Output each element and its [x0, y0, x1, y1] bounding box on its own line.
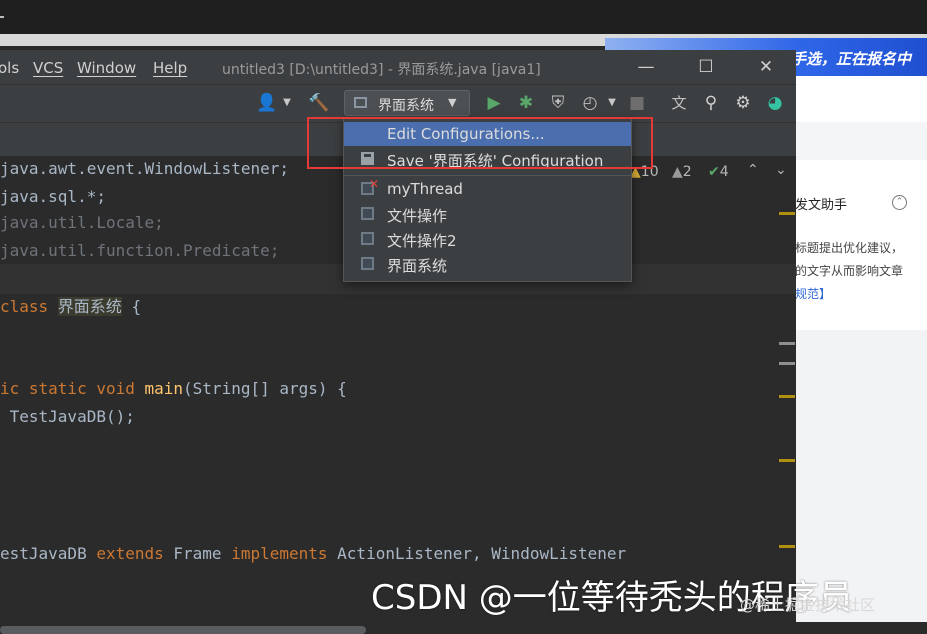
juejin-watermark: @稀土掘金技术社区	[740, 596, 876, 614]
collapse-up-icon[interactable]: ⌃	[892, 195, 907, 210]
chevron-down-icon[interactable]: ▼	[276, 92, 298, 114]
config-item-mythread[interactable]: myThread	[344, 177, 631, 201]
inspection-weak-warnings[interactable]: ▲2	[672, 164, 692, 180]
profile-icon[interactable]: ◴	[579, 92, 601, 114]
code-line-import-unused: java.util.Locale;	[0, 210, 164, 236]
keyword: class	[0, 297, 58, 316]
error-badge-icon: ✕	[369, 177, 380, 191]
code-line-new: TestJavaDB();	[0, 404, 135, 430]
weak-warning-icon: ▲	[672, 164, 683, 180]
minimize-button[interactable]: —	[626, 54, 666, 80]
code-line-class-ext: estJavaDB extends Frame implements Actio…	[0, 541, 626, 567]
code-line-main: ic static void main(String[] args) {	[0, 376, 347, 402]
maximize-button[interactable]: ☐	[686, 54, 726, 80]
code-text: java.awt.event.WindowListener;	[0, 159, 289, 178]
application-config-icon	[361, 207, 374, 220]
code-line-class-decl: class 界面系统 {	[0, 294, 141, 320]
error-stripe-marker[interactable]	[779, 342, 795, 345]
chevron-up-icon[interactable]: ⌃	[747, 162, 759, 178]
code-text: estJavaDB	[0, 544, 97, 563]
code-text: {	[121, 297, 142, 316]
close-button[interactable]: ✕	[746, 54, 786, 80]
chevron-down-icon[interactable]: ⌄	[775, 162, 787, 178]
coverage-icon[interactable]: ⛨	[547, 92, 569, 114]
assistant-text-line: 标题提出优化建议，	[795, 241, 904, 255]
code-text: Frame	[163, 544, 232, 563]
application-config-icon	[361, 232, 374, 245]
error-stripe-marker[interactable]	[779, 395, 795, 398]
jetbrains-icon[interactable]: ◕	[764, 92, 786, 114]
search-icon[interactable]: ⚲	[700, 92, 722, 114]
menu-help[interactable]: Help	[153, 59, 187, 77]
menu-window[interactable]: Window	[77, 59, 136, 77]
title-bar: ols VCS Window Help untitled3 [D:\untitl…	[0, 50, 796, 84]
settings-gear-icon[interactable]: ⚙	[732, 92, 754, 114]
user-icon[interactable]: 👤	[256, 92, 278, 114]
banner-text: 手选，正在报名中	[791, 50, 912, 68]
desktop-top-strip	[0, 0, 927, 34]
code-text: java.util.Locale;	[0, 213, 164, 232]
menu-separator	[344, 175, 631, 176]
top-strip-tick	[0, 16, 4, 18]
inspection-typos[interactable]: ✔4	[708, 164, 729, 180]
chevron-down-icon: ▼	[448, 96, 457, 109]
error-stripe-marker[interactable]	[779, 362, 795, 365]
error-stripe-marker[interactable]	[779, 212, 795, 215]
config-item-file-op2[interactable]: 文件操作2	[344, 227, 631, 251]
assistant-title: 发文助手	[795, 198, 848, 213]
stop-icon[interactable]: ■	[626, 92, 648, 114]
code-text: ActionListener, WindowListener	[327, 544, 627, 563]
run-configuration-label: 界面系统	[378, 98, 434, 114]
error-stripe-marker[interactable]	[779, 459, 795, 462]
menu-item-label: 文件操作	[387, 207, 448, 225]
keyword: implements	[231, 544, 328, 563]
translate-icon[interactable]: 文	[668, 92, 690, 114]
code-line-import-unused: java.util.function.Predicate;	[0, 238, 279, 264]
config-item-file-op[interactable]: 文件操作	[344, 202, 631, 226]
horizontal-scrollbar[interactable]	[0, 626, 366, 634]
code-text: (String[] args) {	[183, 379, 347, 398]
menu-item-label: myThread	[387, 180, 463, 198]
chevron-down-icon[interactable]: ▼	[601, 92, 623, 114]
keyword: extends	[96, 544, 164, 563]
error-stripe-marker[interactable]	[779, 545, 795, 548]
annotation-highlight-box	[307, 117, 653, 169]
config-item-ui-system[interactable]: 界面系统	[344, 252, 631, 276]
class-name: 界面系统	[57, 297, 122, 316]
application-config-icon	[361, 257, 374, 270]
code-text: java.sql.*;	[0, 187, 106, 206]
menu-vcs[interactable]: VCS	[33, 59, 63, 77]
assistant-link[interactable]: 规范】	[795, 285, 831, 302]
build-hammer-icon[interactable]: 🔨	[308, 92, 330, 114]
code-text: java.util.function.Predicate;	[0, 241, 280, 260]
run-icon[interactable]: ▶	[483, 92, 505, 114]
assistant-text-line: 的文字从而影响文章	[795, 264, 904, 278]
application-config-icon	[354, 97, 367, 108]
check-icon: ✔	[708, 164, 720, 180]
menu-item-label: 界面系统	[387, 257, 448, 275]
keyword: ic static void	[0, 379, 145, 398]
code-line-import: java.awt.event.WindowListener;	[0, 156, 289, 182]
window-title: untitled3 [D:\untitled3] - 界面系统.java [ja…	[222, 62, 541, 78]
code-text: TestJavaDB();	[0, 407, 135, 426]
menu-tools[interactable]: ols	[0, 59, 19, 77]
menu-item-label: 文件操作2	[387, 232, 457, 250]
debug-icon[interactable]: ✱	[515, 92, 537, 114]
method-name: main	[144, 379, 184, 398]
code-line-import: java.sql.*;	[0, 184, 106, 210]
